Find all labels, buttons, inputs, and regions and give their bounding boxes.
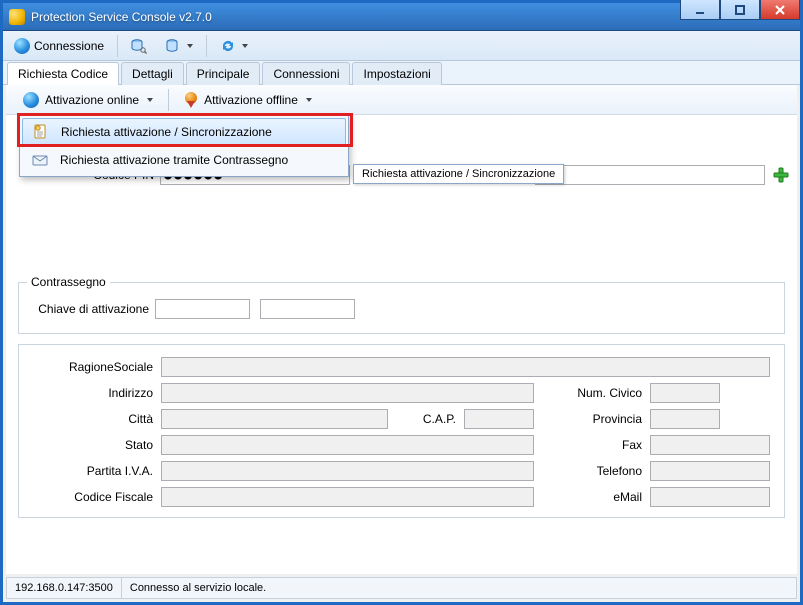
chevron-down-icon bbox=[306, 98, 312, 102]
envelope-icon bbox=[30, 150, 50, 170]
codice-fiscale-input[interactable] bbox=[161, 487, 534, 507]
indirizzo-input[interactable] bbox=[161, 383, 534, 403]
toolbar-separator bbox=[168, 89, 169, 111]
document-sync-icon bbox=[31, 122, 51, 142]
attivazione-online-label: Attivazione online bbox=[45, 93, 139, 107]
fax-label: Fax bbox=[542, 438, 642, 452]
status-server: 192.168.0.147:3500 bbox=[7, 578, 122, 598]
fax-input[interactable] bbox=[650, 435, 770, 455]
partita-iva-label: Partita I.V.A. bbox=[33, 464, 153, 478]
company-box: RagioneSociale Indirizzo Num. Civico Cit… bbox=[18, 344, 785, 518]
window-title: Protection Service Console v2.7.0 bbox=[31, 10, 680, 24]
globe-icon bbox=[23, 92, 39, 108]
chiave-attivazione-input-2[interactable] bbox=[260, 299, 355, 319]
db-icon bbox=[165, 38, 181, 54]
sub-toolbar: Attivazione online Attivazione offline bbox=[6, 85, 797, 115]
tab-connessioni[interactable]: Connessioni bbox=[262, 62, 350, 85]
tab-impostazioni[interactable]: Impostazioni bbox=[352, 62, 441, 85]
db-search-button[interactable] bbox=[124, 34, 154, 58]
cap-input[interactable] bbox=[464, 409, 534, 429]
tab-dettagli[interactable]: Dettagli bbox=[121, 62, 184, 85]
maximize-button[interactable] bbox=[720, 0, 760, 20]
stato-input[interactable] bbox=[161, 435, 534, 455]
telefono-input[interactable] bbox=[650, 461, 770, 481]
telefono-label: Telefono bbox=[542, 464, 642, 478]
menu-item-sync[interactable]: Richiesta attivazione / Sincronizzazione bbox=[22, 118, 346, 146]
close-button[interactable] bbox=[760, 0, 800, 20]
db-dropdown-button[interactable] bbox=[158, 34, 200, 58]
connessione-label: Connessione bbox=[34, 39, 104, 53]
stato-label: Stato bbox=[33, 438, 153, 452]
contrassegno-fieldset: Contrassegno Chiave di attivazione bbox=[18, 275, 785, 334]
titlebar: Protection Service Console v2.7.0 bbox=[3, 3, 800, 31]
connessione-button[interactable]: Connessione bbox=[7, 34, 111, 58]
email-input[interactable] bbox=[650, 487, 770, 507]
indirizzo-label: Indirizzo bbox=[33, 386, 153, 400]
toolbar-separator bbox=[117, 35, 118, 57]
menu-item-sync-label: Richiesta attivazione / Sincronizzazione bbox=[61, 125, 272, 139]
db-search-icon bbox=[131, 38, 147, 54]
codice-fiscale-label: Codice Fiscale bbox=[33, 490, 153, 504]
partita-iva-input[interactable] bbox=[161, 461, 534, 481]
num-civico-label: Num. Civico bbox=[542, 386, 642, 400]
tooltip-sync: Richiesta attivazione / Sincronizzazione bbox=[353, 164, 564, 184]
chevron-down-icon bbox=[147, 98, 153, 102]
minimize-button[interactable] bbox=[680, 0, 720, 20]
chevron-down-icon bbox=[187, 44, 193, 48]
tab-bar: Richiesta Codice Dettagli Principale Con… bbox=[3, 61, 800, 85]
menu-item-contrassegno-label: Richiesta attivazione tramite Contrasseg… bbox=[60, 153, 288, 167]
window-buttons bbox=[680, 3, 800, 30]
attivazione-offline-label: Attivazione offline bbox=[204, 93, 298, 107]
refresh-icon bbox=[220, 38, 236, 54]
toolbar-separator bbox=[206, 35, 207, 57]
status-message: Connesso al servizio locale. bbox=[122, 578, 796, 598]
provincia-input[interactable] bbox=[650, 409, 720, 429]
email-label: eMail bbox=[542, 490, 642, 504]
chiave-attivazione-label: Chiave di attivazione bbox=[27, 302, 149, 316]
ragione-sociale-label: RagioneSociale bbox=[33, 360, 153, 374]
attivazione-offline-button[interactable]: Attivazione offline bbox=[175, 88, 321, 112]
contrassegno-legend: Contrassegno bbox=[27, 275, 110, 289]
cap-label: C.A.P. bbox=[396, 412, 456, 426]
main-toolbar: Connessione bbox=[3, 31, 800, 61]
citta-input[interactable] bbox=[161, 409, 388, 429]
refresh-button[interactable] bbox=[213, 34, 255, 58]
tab-principale[interactable]: Principale bbox=[186, 62, 261, 85]
statusbar: 192.168.0.147:3500 Connesso al servizio … bbox=[6, 577, 797, 599]
chiave-attivazione-input-1[interactable] bbox=[155, 299, 250, 319]
tab-richiesta-codice[interactable]: Richiesta Codice bbox=[7, 62, 119, 85]
citta-label: Città bbox=[33, 412, 153, 426]
extra-input[interactable] bbox=[535, 165, 765, 185]
menu-item-contrassegno[interactable]: Richiesta attivazione tramite Contrasseg… bbox=[22, 146, 346, 174]
app-window: Protection Service Console v2.7.0 Connes… bbox=[0, 0, 803, 605]
ribbon-icon bbox=[184, 92, 198, 108]
app-icon bbox=[9, 9, 25, 25]
globe-icon bbox=[14, 38, 30, 54]
num-civico-input[interactable] bbox=[650, 383, 720, 403]
ragione-sociale-input[interactable] bbox=[161, 357, 770, 377]
chevron-down-icon bbox=[242, 44, 248, 48]
plus-icon[interactable] bbox=[773, 167, 789, 183]
provincia-label: Provincia bbox=[542, 412, 642, 426]
attivazione-online-menu: Richiesta attivazione / Sincronizzazione… bbox=[19, 115, 349, 177]
attivazione-online-button[interactable]: Attivazione online bbox=[14, 88, 162, 112]
